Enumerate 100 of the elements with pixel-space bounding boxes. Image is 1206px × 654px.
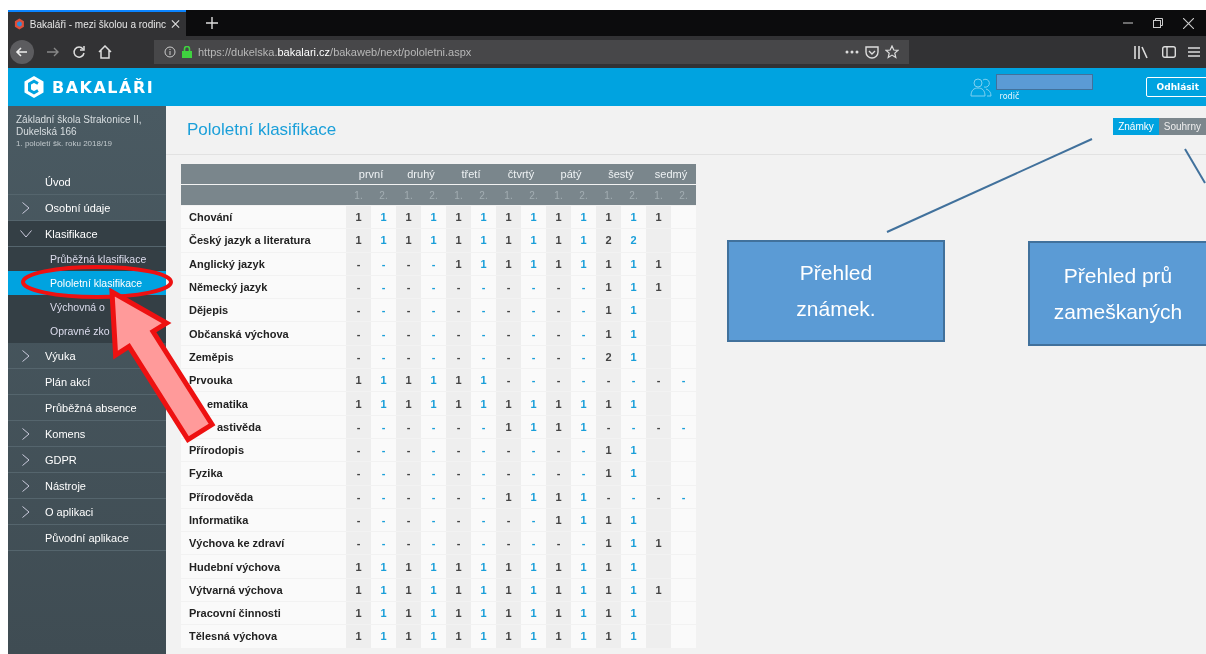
subject-name: Prvouka bbox=[181, 369, 346, 392]
grade-cell: 1 bbox=[646, 206, 671, 229]
nav-item[interactable]: Plán akcí bbox=[42, 373, 94, 390]
grade-cell: - bbox=[496, 322, 521, 345]
more-icon[interactable] bbox=[845, 50, 859, 54]
grade-cell: 1 bbox=[346, 206, 371, 229]
grade-cell: 1 bbox=[396, 555, 421, 578]
nav-item[interactable]: Průběžná absence bbox=[42, 399, 140, 416]
grade-cell: - bbox=[371, 345, 396, 369]
grade-cell: 1 bbox=[546, 392, 571, 415]
nav-item[interactable]: Komens bbox=[42, 425, 89, 442]
grade-header: pátý bbox=[546, 164, 596, 184]
grade-cell: 1 bbox=[446, 392, 471, 415]
nav-item[interactable]: Osobní údaje bbox=[42, 199, 114, 216]
address-bar[interactable]: https://dukelska.bakalari.cz/bakaweb/next/pololetni.aspx bbox=[154, 40, 909, 64]
subject-name: Německý jazyk bbox=[181, 275, 346, 299]
page-title: Pololetní klasifikace bbox=[187, 120, 337, 140]
subject-name: Občanská výchova bbox=[181, 322, 346, 345]
grade-cell: - bbox=[446, 299, 471, 322]
chevron-down-icon[interactable] bbox=[20, 229, 32, 238]
chevron-right-icon[interactable] bbox=[20, 201, 32, 214]
grade-cell: 2 bbox=[621, 229, 646, 252]
nav-item[interactable]: GDPR bbox=[42, 451, 80, 468]
grade-cell: - bbox=[471, 508, 496, 532]
nav-subitem[interactable]: Průběžná klasifikace bbox=[50, 253, 147, 265]
grade-cell: 1 bbox=[496, 229, 521, 252]
subject-name: Přírodověda bbox=[181, 485, 346, 508]
forward-icon[interactable] bbox=[46, 45, 60, 59]
nav-item[interactable]: Úvod bbox=[42, 173, 74, 190]
chevron-right-icon[interactable] bbox=[20, 453, 32, 466]
grade-cell: - bbox=[346, 532, 371, 555]
grade-cell: - bbox=[546, 532, 571, 555]
grade-cell: - bbox=[571, 369, 596, 392]
grade-cell: - bbox=[446, 508, 471, 532]
grade-cell: 1 bbox=[471, 369, 496, 392]
grade-cell: - bbox=[421, 345, 446, 369]
reload-icon[interactable] bbox=[72, 45, 86, 59]
close-icon[interactable] bbox=[1183, 17, 1194, 29]
grade-cell: - bbox=[396, 508, 421, 532]
grade-cell: 1 bbox=[421, 555, 446, 578]
chevron-right-icon[interactable] bbox=[20, 427, 32, 440]
grade-cell: - bbox=[621, 415, 646, 438]
grade-cell: 1 bbox=[596, 555, 621, 578]
grade-cell: - bbox=[346, 322, 371, 345]
subject-name: Zeměpis bbox=[181, 345, 346, 369]
subject-name: Výchova ke zdraví bbox=[181, 532, 346, 555]
restore-icon[interactable] bbox=[1153, 18, 1163, 28]
nav-item[interactable]: Nástroje bbox=[42, 477, 89, 494]
grade-cell: - bbox=[471, 299, 496, 322]
grade-cell: 1 bbox=[421, 206, 446, 229]
grade-cell: - bbox=[396, 485, 421, 508]
grade-cell: - bbox=[371, 415, 396, 438]
grade-cell: - bbox=[396, 462, 421, 485]
grade-cell: - bbox=[396, 532, 421, 555]
grade-cell: 1 bbox=[471, 252, 496, 275]
grade-cell: - bbox=[596, 369, 621, 392]
nav-item[interactable]: O aplikaci bbox=[42, 503, 97, 520]
grade-cell: 1 bbox=[621, 345, 646, 369]
grade-cell: 1 bbox=[346, 555, 371, 578]
home-icon[interactable] bbox=[98, 45, 112, 59]
info-icon[interactable] bbox=[164, 46, 176, 58]
chevron-right-icon[interactable] bbox=[20, 505, 32, 518]
grade-cell: 1 bbox=[521, 602, 546, 625]
grade-cell: 1 bbox=[371, 625, 396, 648]
chevron-right-icon[interactable] bbox=[20, 349, 32, 362]
grade-cell: - bbox=[671, 415, 696, 438]
grade-cell: 1 bbox=[596, 275, 621, 299]
back-icon[interactable] bbox=[10, 40, 34, 64]
grade-cell: 1 bbox=[571, 485, 596, 508]
grade-cell: 1 bbox=[571, 578, 596, 602]
nav-subitem[interactable]: Výchovná o bbox=[50, 301, 105, 313]
grade-cell: 1 bbox=[646, 252, 671, 275]
grade-cell: - bbox=[346, 299, 371, 322]
nav-item[interactable]: Výuka bbox=[42, 347, 79, 364]
sidebar-icon[interactable] bbox=[1162, 46, 1176, 58]
star-icon[interactable] bbox=[885, 45, 899, 59]
menu-icon[interactable] bbox=[1188, 46, 1200, 58]
nav-item[interactable]: Původní aplikace bbox=[42, 529, 132, 546]
grade-cell: 1 bbox=[496, 485, 521, 508]
grade-cell: 1 bbox=[546, 602, 571, 625]
grade-cell: 1 bbox=[396, 369, 421, 392]
grade-cell: 1 bbox=[521, 415, 546, 438]
grade-cell: 1 bbox=[496, 415, 521, 438]
grade-cell: - bbox=[421, 252, 446, 275]
new-tab-icon[interactable] bbox=[206, 17, 218, 29]
grade-cell: 1 bbox=[546, 508, 571, 532]
grade-cell: - bbox=[571, 532, 596, 555]
grade-cell: 1 bbox=[521, 229, 546, 252]
browser-tab[interactable]: Bakaláři - mezi školou a rodinc bbox=[8, 10, 186, 36]
grade-cell: 1 bbox=[621, 462, 646, 485]
chevron-right-icon[interactable] bbox=[20, 479, 32, 492]
pocket-icon[interactable] bbox=[865, 45, 879, 59]
callout-box: Přehled prů zameškaných bbox=[1028, 241, 1206, 346]
library-icon[interactable] bbox=[1134, 45, 1150, 59]
close-icon[interactable] bbox=[171, 19, 180, 29]
grade-cell: 1 bbox=[396, 206, 421, 229]
grade-cell: - bbox=[496, 369, 521, 392]
grade-cell: - bbox=[571, 345, 596, 369]
nav-subitem[interactable]: Opravné zko bbox=[50, 325, 110, 337]
grade-cell: - bbox=[421, 462, 446, 485]
